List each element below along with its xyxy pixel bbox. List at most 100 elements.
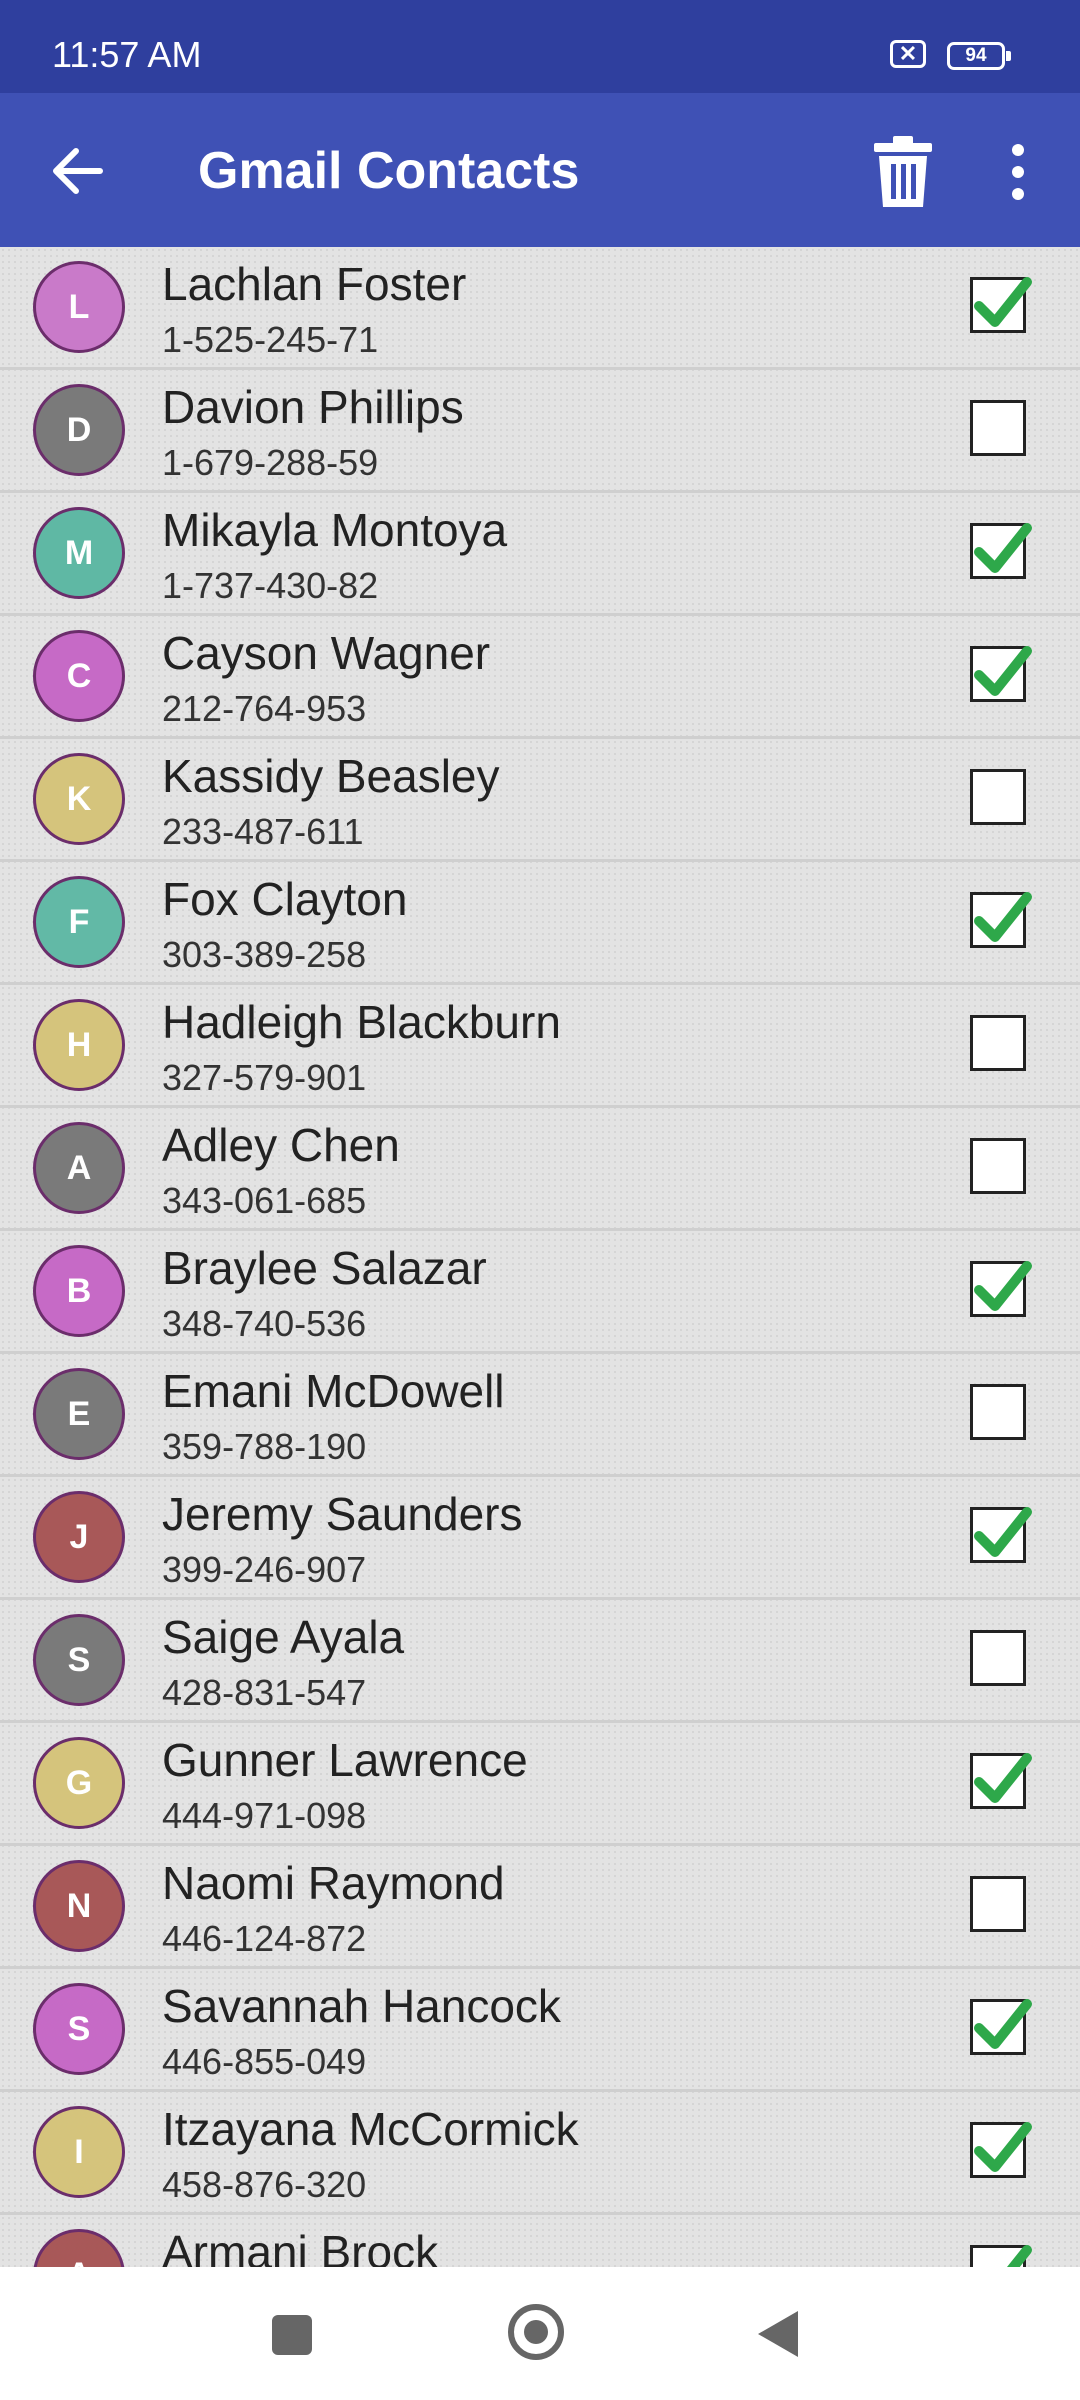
checkbox-checked[interactable]: [970, 1261, 1032, 1317]
checkbox-checked[interactable]: [970, 2245, 1032, 2267]
contact-phone: 327-579-901: [162, 1057, 367, 1098]
contact-row[interactable]: C Cayson Wagner 212-764-953: [0, 616, 1080, 739]
checkbox-checked[interactable]: [970, 277, 1032, 333]
checkbox-checked[interactable]: [970, 1999, 1032, 2055]
checkbox-unchecked[interactable]: [970, 1384, 1026, 1440]
avatar: A: [33, 2229, 125, 2267]
contact-name: Savannah Hancock: [162, 1980, 561, 2032]
contact-name: Armani Brock: [162, 2226, 439, 2267]
contact-name: Mikayla Montoya: [162, 504, 508, 556]
avatar: L: [33, 261, 125, 353]
contact-phone: 444-971-098: [162, 1795, 367, 1836]
checkmark-icon: [1006, 2245, 1032, 2267]
avatar: M: [33, 507, 125, 599]
trash-icon[interactable]: [860, 129, 946, 215]
contact-name: Saige Ayala: [162, 1611, 405, 1663]
avatar: S: [33, 1983, 125, 2075]
avatar: C: [33, 630, 125, 722]
checkbox-unchecked[interactable]: [970, 1630, 1026, 1686]
app-bar: Gmail Contacts: [0, 93, 1080, 247]
contact-row[interactable]: L Lachlan Foster 1-525-245-71: [0, 247, 1080, 370]
notification-x-icon: ✕: [890, 40, 926, 68]
avatar: N: [33, 1860, 125, 1952]
checkbox-unchecked[interactable]: [970, 1015, 1026, 1071]
avatar: D: [33, 384, 125, 476]
status-time: 11:57 AM: [52, 34, 202, 75]
contact-row[interactable]: E Emani McDowell 359-788-190: [0, 1354, 1080, 1477]
contact-row[interactable]: N Naomi Raymond 446-124-872: [0, 1846, 1080, 1969]
checkmark-icon: [974, 646, 1032, 696]
contact-row[interactable]: A Adley Chen 343-061-685: [0, 1108, 1080, 1231]
checkbox-checked[interactable]: [970, 523, 1032, 579]
contact-name: Cayson Wagner: [162, 627, 491, 679]
checkbox-unchecked[interactable]: [970, 1876, 1026, 1932]
checkbox-unchecked[interactable]: [970, 400, 1026, 456]
contact-row[interactable]: K Kassidy Beasley 233-487-611: [0, 739, 1080, 862]
contact-name: Hadleigh Blackburn: [162, 996, 561, 1048]
contact-phone: 428-831-547: [162, 1672, 367, 1713]
contact-phone: 359-788-190: [162, 1426, 367, 1467]
checkbox-checked[interactable]: [970, 646, 1032, 702]
checkmark-icon: [974, 277, 1032, 327]
avatar: S: [33, 1614, 125, 1706]
back-arrow-icon[interactable]: [40, 131, 120, 211]
contact-name: Kassidy Beasley: [162, 750, 500, 802]
more-vert-icon[interactable]: [990, 129, 1046, 215]
avatar: F: [33, 876, 125, 968]
checkbox-checked[interactable]: [970, 892, 1032, 948]
contact-phone: 1-679-288-59: [162, 442, 379, 483]
contact-row[interactable]: A Armani Brock: [0, 2215, 1080, 2267]
contact-row[interactable]: D Davion Phillips 1-679-288-59: [0, 370, 1080, 493]
contact-row[interactable]: S Saige Ayala 428-831-547: [0, 1600, 1080, 1723]
contact-phone: 233-487-611: [162, 811, 364, 852]
contact-phone: 212-764-953: [162, 688, 367, 729]
contact-row[interactable]: J Jeremy Saunders 399-246-907: [0, 1477, 1080, 1600]
contact-name: Lachlan Foster: [162, 258, 467, 310]
avatar: B: [33, 1245, 125, 1337]
contact-row[interactable]: F Fox Clayton 303-389-258: [0, 862, 1080, 985]
battery-icon: 94: [947, 42, 1011, 70]
contact-row[interactable]: M Mikayla Montoya 1-737-430-82: [0, 493, 1080, 616]
checkmark-icon: [974, 523, 1032, 573]
avatar: H: [33, 999, 125, 1091]
contact-name: Adley Chen: [162, 1119, 400, 1171]
checkmark-icon: [974, 1261, 1032, 1311]
back-triangle-icon[interactable]: [758, 2311, 798, 2357]
contact-phone: 343-061-685: [162, 1180, 367, 1221]
contact-row[interactable]: G Gunner Lawrence 444-971-098: [0, 1723, 1080, 1846]
avatar: E: [33, 1368, 125, 1460]
contact-name: Emani McDowell: [162, 1365, 505, 1417]
contact-row[interactable]: B Braylee Salazar 348-740-536: [0, 1231, 1080, 1354]
checkmark-icon: [974, 892, 1032, 942]
checkbox-unchecked[interactable]: [970, 1138, 1026, 1194]
contact-name: Gunner Lawrence: [162, 1734, 528, 1786]
navigation-bar: [0, 2267, 1080, 2400]
recents-square-icon[interactable]: [272, 2315, 312, 2355]
home-circle-icon[interactable]: [508, 2304, 564, 2360]
contact-row[interactable]: H Hadleigh Blackburn 327-579-901: [0, 985, 1080, 1108]
checkbox-checked[interactable]: [970, 2122, 1032, 2178]
avatar: A: [33, 1122, 125, 1214]
checkmark-icon: [974, 1753, 1032, 1803]
avatar: I: [33, 2106, 125, 2198]
checkbox-unchecked[interactable]: [970, 769, 1026, 825]
avatar: K: [33, 753, 125, 845]
checkmark-icon: [974, 1999, 1032, 2049]
contact-name: Naomi Raymond: [162, 1857, 505, 1909]
checkbox-checked[interactable]: [970, 1507, 1032, 1563]
avatar: J: [33, 1491, 125, 1583]
contact-row[interactable]: I Itzayana McCormick 458-876-320: [0, 2092, 1080, 2215]
contact-row[interactable]: S Savannah Hancock 446-855-049: [0, 1969, 1080, 2092]
checkmark-icon: [974, 1507, 1032, 1557]
contact-list[interactable]: L Lachlan Foster 1-525-245-71 D Davion Phill…: [0, 247, 1080, 2267]
contact-phone: 1-525-245-71: [162, 319, 379, 360]
contact-name: Itzayana McCormick: [162, 2103, 579, 2155]
contact-name: Fox Clayton: [162, 873, 408, 925]
contact-name: Jeremy Saunders: [162, 1488, 523, 1540]
contact-phone: 1-737-430-82: [162, 565, 379, 606]
contact-name: Braylee Salazar: [162, 1242, 487, 1294]
avatar: G: [33, 1737, 125, 1829]
contact-name: Davion Phillips: [162, 381, 464, 433]
checkbox-checked[interactable]: [970, 1753, 1032, 1809]
status-bar: 11:57 AM ✕ 94: [0, 0, 1080, 93]
